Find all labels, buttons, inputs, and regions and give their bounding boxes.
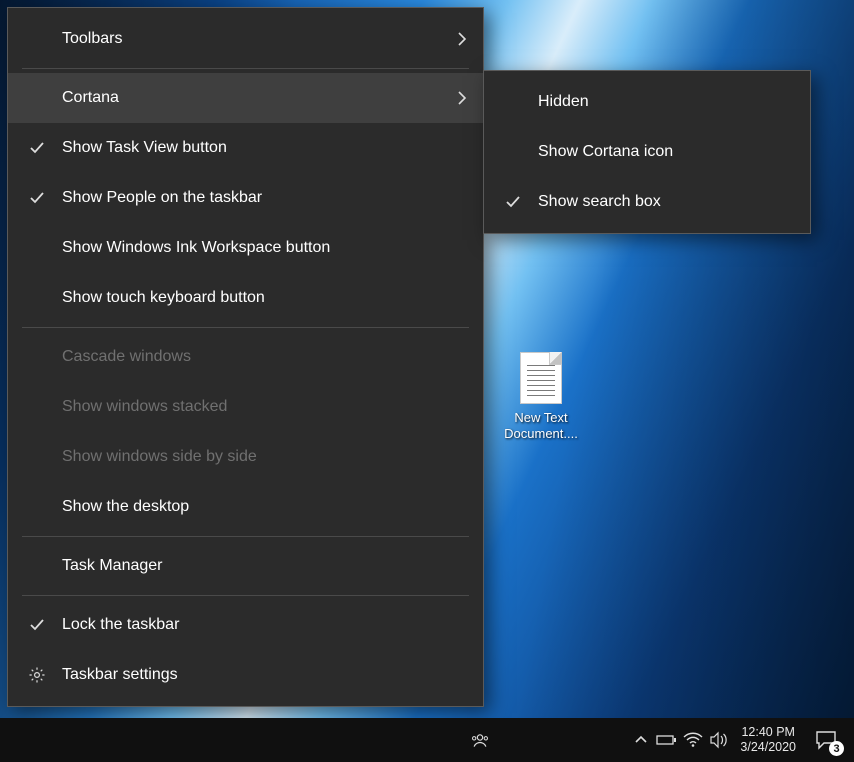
menu-item-label: Hidden xyxy=(538,93,589,111)
desktop-file-new-text-document[interactable]: New Text Document.... xyxy=(495,352,587,442)
chevron-right-icon xyxy=(455,32,469,46)
text-document-icon xyxy=(520,352,562,404)
menu-item-label: Cortana xyxy=(62,89,119,107)
submenu-item-show-search-box[interactable]: Show search box xyxy=(484,177,810,227)
menu-item-lock-the-taskbar[interactable]: Lock the taskbar xyxy=(8,600,483,650)
clock-time: 12:40 PM xyxy=(741,725,795,740)
menu-item-label: Show People on the taskbar xyxy=(62,189,262,207)
menu-item-label: Toolbars xyxy=(62,30,122,48)
action-center-button[interactable]: 3 xyxy=(804,718,848,762)
menu-item-label: Show windows stacked xyxy=(62,398,227,416)
separator xyxy=(22,595,469,596)
system-tray: 12:40 PM 3/24/2020 3 xyxy=(628,718,848,762)
menu-item-label: Taskbar settings xyxy=(62,666,178,684)
check-icon xyxy=(502,191,524,213)
cortana-submenu: Hidden Show Cortana icon Show search box xyxy=(483,70,811,234)
menu-item-taskbar-settings[interactable]: Taskbar settings xyxy=(8,650,483,700)
wifi-icon[interactable] xyxy=(680,718,706,762)
menu-item-label: Show touch keyboard button xyxy=(62,289,265,307)
people-taskbar-button[interactable] xyxy=(466,718,494,762)
menu-item-label: Show Windows Ink Workspace button xyxy=(62,239,330,257)
menu-item-label: Show Task View button xyxy=(62,139,227,157)
tray-overflow-button[interactable] xyxy=(628,718,654,762)
chevron-right-icon xyxy=(455,91,469,105)
menu-item-label: Show windows side by side xyxy=(62,448,257,466)
check-icon xyxy=(26,614,48,636)
gear-icon xyxy=(26,664,48,686)
battery-icon[interactable] xyxy=(654,718,680,762)
menu-item-task-manager[interactable]: Task Manager xyxy=(8,541,483,591)
separator xyxy=(22,536,469,537)
desktop-file-label: New Text Document.... xyxy=(495,410,587,442)
menu-item-show-touch-keyboard[interactable]: Show touch keyboard button xyxy=(8,273,483,323)
menu-item-show-ink[interactable]: Show Windows Ink Workspace button xyxy=(8,223,483,273)
menu-item-show-windows-side-by-side: Show windows side by side xyxy=(8,432,483,482)
separator xyxy=(22,327,469,328)
menu-item-cortana[interactable]: Cortana xyxy=(8,73,483,123)
menu-item-label: Cascade windows xyxy=(62,348,191,366)
taskbar[interactable]: 12:40 PM 3/24/2020 3 xyxy=(0,718,854,762)
menu-item-show-people[interactable]: Show People on the taskbar xyxy=(8,173,483,223)
menu-item-label: Task Manager xyxy=(62,557,163,575)
menu-item-label: Show search box xyxy=(538,193,661,211)
menu-item-show-windows-stacked: Show windows stacked xyxy=(8,382,483,432)
clock-date: 3/24/2020 xyxy=(740,740,796,755)
notification-count-badge: 3 xyxy=(829,741,844,756)
check-icon xyxy=(26,137,48,159)
volume-icon[interactable] xyxy=(706,718,732,762)
taskbar-clock[interactable]: 12:40 PM 3/24/2020 xyxy=(732,718,804,762)
menu-item-show-task-view[interactable]: Show Task View button xyxy=(8,123,483,173)
menu-item-label: Lock the taskbar xyxy=(62,616,179,634)
menu-item-label: Show the desktop xyxy=(62,498,189,516)
submenu-item-show-cortana-icon[interactable]: Show Cortana icon xyxy=(484,127,810,177)
submenu-item-hidden[interactable]: Hidden xyxy=(484,77,810,127)
menu-item-label: Show Cortana icon xyxy=(538,143,673,161)
check-icon xyxy=(26,187,48,209)
separator xyxy=(22,68,469,69)
menu-item-cascade-windows: Cascade windows xyxy=(8,332,483,382)
menu-item-toolbars[interactable]: Toolbars xyxy=(8,14,483,64)
taskbar-context-menu: Toolbars Cortana Show Task View button S… xyxy=(7,7,484,707)
menu-item-show-the-desktop[interactable]: Show the desktop xyxy=(8,482,483,532)
